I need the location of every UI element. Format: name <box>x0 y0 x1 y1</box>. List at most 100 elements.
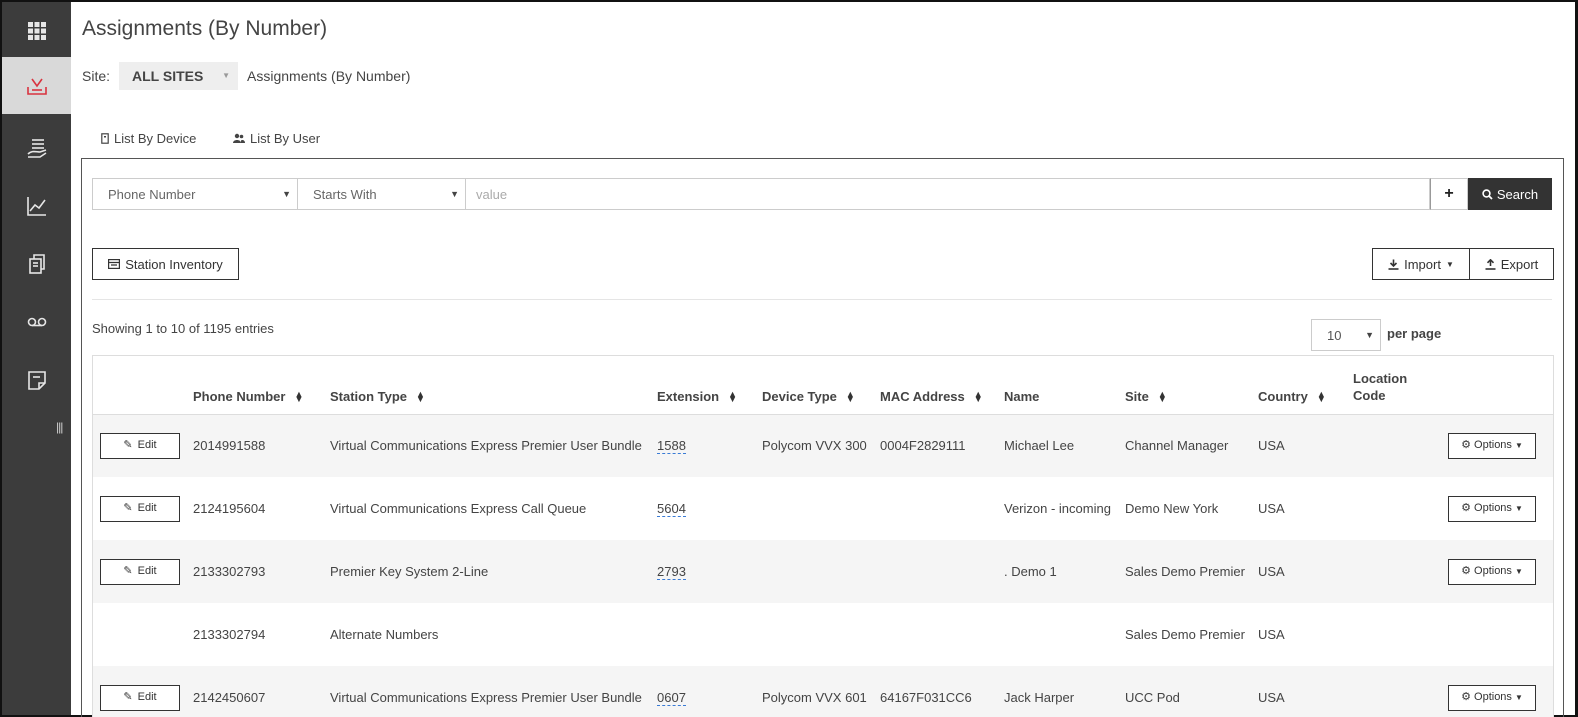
cell-location-code <box>1353 603 1448 666</box>
cell-mac-address <box>880 603 1004 666</box>
line-chart-icon <box>26 196 46 216</box>
edit-button[interactable]: ✎ Edit <box>100 684 180 711</box>
options-button[interactable]: ⚙ Options ▼ <box>1448 558 1536 585</box>
page-title: Assignments (By Number) <box>82 17 328 40</box>
col-header-station-type[interactable]: Station Type ▲ ▼ <box>330 356 657 415</box>
extension-link[interactable]: 5604 <box>657 501 686 517</box>
cell-station-type: Alternate Numbers <box>330 603 657 666</box>
cell-name: Verizon - incoming <box>1004 477 1125 540</box>
users-icon <box>233 133 245 143</box>
search-button[interactable]: Search <box>1468 178 1552 210</box>
tab-list-by-user[interactable]: List By User <box>233 131 320 146</box>
sidebar-item-voicemail[interactable] <box>2 293 71 350</box>
col-header-mac-address[interactable]: MAC Address ▲ ▼ <box>880 356 1004 415</box>
cell-site: Sales Demo Premier <box>1125 603 1258 666</box>
edit-button[interactable]: ✎ Edit <box>100 432 180 459</box>
plus-icon: + <box>1444 185 1454 202</box>
sidebar-collapse-handle[interactable]: ||| <box>56 420 63 434</box>
tab-label: List By Device <box>114 131 197 146</box>
device-icon <box>101 133 109 144</box>
breadcrumb: Assignments (By Number) <box>247 68 411 84</box>
cell-name: . Demo 1 <box>1004 540 1125 603</box>
sidebar-item-documents[interactable] <box>2 235 71 292</box>
filter-value-input[interactable] <box>466 178 1430 210</box>
copy-documents-icon <box>28 253 45 274</box>
chevron-down-icon: ▼ <box>450 189 459 199</box>
filter-field-value: Phone Number <box>108 186 196 202</box>
col-header-options <box>1448 356 1553 415</box>
hand-list-icon <box>26 138 46 158</box>
sidebar-item-notes[interactable] <box>2 351 71 408</box>
filter-field-select[interactable]: Phone Number ▼ <box>92 178 298 210</box>
sidebar-item-assignments[interactable] <box>2 57 71 114</box>
options-button[interactable]: ⚙ Options ▼ <box>1448 684 1536 711</box>
add-filter-button[interactable]: + <box>1430 178 1468 210</box>
note-icon <box>27 370 46 390</box>
cell-location-code <box>1353 540 1448 603</box>
per-page-label: per page <box>1387 326 1442 341</box>
export-label: Export <box>1500 256 1539 272</box>
cell-device-type: Polycom VVX 300 <box>762 414 880 477</box>
inbox-download-icon <box>26 78 47 95</box>
extension-link[interactable]: 0607 <box>657 690 686 706</box>
col-header-device-type[interactable]: Device Type ▲ ▼ <box>762 356 880 415</box>
col-header-location-code: Location Code <box>1353 356 1448 415</box>
options-button[interactable]: ⚙ Options ▼ <box>1448 432 1536 459</box>
chevron-down-icon: ▼ <box>282 189 291 199</box>
station-inventory-label: Station Inventory <box>125 256 223 272</box>
site-selector-row: Site: ALL SITES ▼ Assignments (By Number… <box>82 62 410 90</box>
gear-icon: ⚙ <box>1461 502 1472 514</box>
import-button[interactable]: Import ▼ <box>1372 248 1470 280</box>
assignments-table: Phone Number ▲ ▼ Station Type ▲ ▼ Extension ▲… <box>92 355 1554 717</box>
table-row: ✎ Edit 2142450607 Virtual Communications … <box>93 666 1553 717</box>
sidebar-item-reports[interactable] <box>2 177 71 234</box>
col-header-extension[interactable]: Extension ▲ ▼ <box>657 356 762 415</box>
col-header-country[interactable]: Country ▲ ▼ <box>1258 356 1353 415</box>
chevron-down-icon: ▼ <box>1365 330 1374 340</box>
chevron-down-icon: ▼ <box>1514 504 1523 513</box>
tab-label: List By User <box>250 131 321 146</box>
chevron-down-icon: ▼ <box>222 71 231 80</box>
col-header-name: Name <box>1004 356 1125 415</box>
cell-name <box>1004 603 1125 666</box>
col-header-phone-number[interactable]: Phone Number ▲ ▼ <box>193 356 330 415</box>
voicemail-icon <box>27 317 46 326</box>
sidebar-item-apps[interactable] <box>2 2 71 59</box>
table-row: ✎ Edit 2014991588 Virtual Communications … <box>93 414 1553 477</box>
cell-extension <box>657 603 762 666</box>
site-select[interactable]: ALL SITES ▼ <box>119 62 239 90</box>
edit-button[interactable]: ✎ Edit <box>100 495 180 522</box>
gear-icon: ⚙ <box>1461 565 1472 577</box>
filter-operator-select[interactable]: Starts With ▼ <box>298 178 466 210</box>
divider <box>92 299 1552 300</box>
cell-name: Jack Harper <box>1004 666 1125 717</box>
cell-phone-number: 2014991588 <box>193 414 330 477</box>
cell-station-type: Virtual Communications Express Premier U… <box>330 666 657 717</box>
chevron-down-icon: ▼ <box>1514 441 1523 451</box>
edit-button[interactable]: ✎ Edit <box>100 558 180 585</box>
per-page-select[interactable]: 10 ▼ <box>1311 319 1381 351</box>
station-inventory-button[interactable]: Station Inventory <box>92 248 239 280</box>
sidebar-item-services[interactable] <box>2 119 71 176</box>
export-button[interactable]: Export <box>1469 248 1554 280</box>
cell-site: Sales Demo Premier <box>1125 540 1258 603</box>
col-header-site[interactable]: Site ▲ ▼ <box>1125 356 1258 415</box>
extension-link[interactable]: 1588 <box>657 438 686 455</box>
cell-mac-address <box>880 540 1004 603</box>
sort-icon: ▲ ▼ <box>1316 389 1326 405</box>
table-row: ✎ Edit 2124195604 Virtual Communications … <box>93 477 1553 540</box>
search-icon <box>1482 188 1493 200</box>
cell-device-type <box>762 477 880 540</box>
chevron-down-icon: ▼ <box>1514 567 1523 576</box>
table-row: ✎ Edit 2133302793 Premier Key System 2-Li… <box>93 540 1553 603</box>
cell-phone-number: 2142450607 <box>193 666 330 717</box>
pencil-icon: ✎ <box>123 691 133 703</box>
sort-icon: ▲ ▼ <box>1157 389 1167 405</box>
site-select-value: ALL SITES <box>132 68 204 84</box>
sort-icon: ▲ ▼ <box>294 389 304 405</box>
filter-bar: Phone Number ▼ Starts With ▼ + Search <box>92 178 1552 210</box>
upload-icon <box>1485 258 1496 270</box>
extension-link[interactable]: 2793 <box>657 564 686 580</box>
tab-list-by-device[interactable]: List By Device <box>101 131 196 146</box>
options-button[interactable]: ⚙ Options ▼ <box>1448 495 1536 522</box>
